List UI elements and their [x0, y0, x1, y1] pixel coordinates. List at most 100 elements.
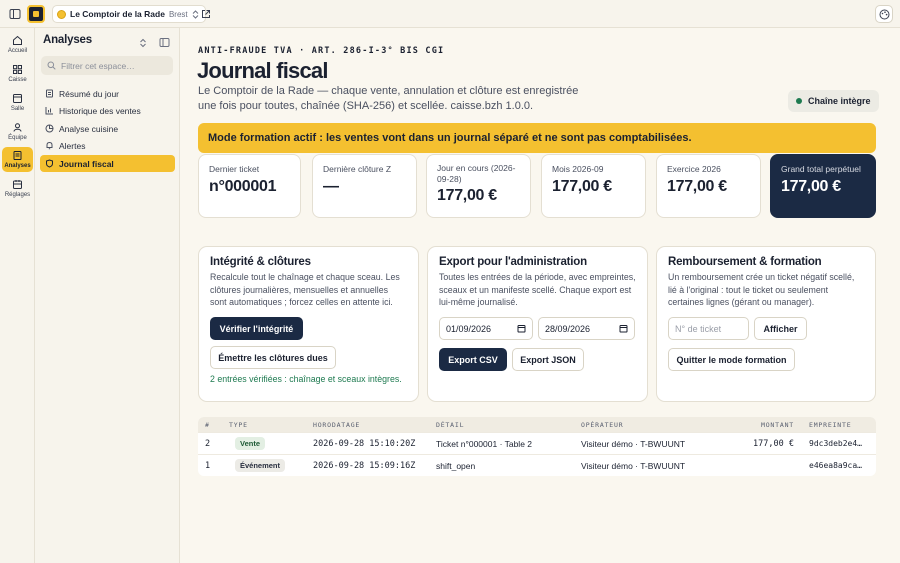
shop-icon [57, 9, 66, 19]
sidebar-toggle-icon[interactable] [8, 7, 22, 21]
stat-card-fiscal-year: Exercice 2026 177,00 € [656, 154, 761, 218]
stat-value: 177,00 € [667, 178, 727, 195]
sidebar-item-alertes[interactable]: Alertes [40, 137, 175, 154]
table-row[interactable]: 2 Vente 2026-09-28 15:10:20Z Ticket n°00… [198, 432, 876, 454]
training-mode-banner: Mode formation actif : les ventes vont d… [198, 123, 876, 153]
export-panel: Export pour l'administration Toutes les … [427, 246, 648, 402]
settings-icon [13, 180, 22, 189]
panel-description: Un remboursement crée un ticket négatif … [668, 272, 855, 307]
stat-card-current-day: Jour en cours (2026-09-28) 177,00 € [426, 154, 531, 218]
search-icon [47, 61, 56, 70]
sidebar-title: Analyses [43, 34, 92, 46]
status-dot-icon [796, 98, 802, 104]
stat-value: 177,00 € [437, 187, 497, 204]
cell-hash: e46ea8a9ca… [809, 461, 862, 470]
rail-item-reglages[interactable]: Réglages [2, 176, 33, 201]
date-to-input[interactable]: 28/09/2026 [538, 317, 635, 340]
sidebar-item-journal-fiscal[interactable]: Journal fiscal [40, 155, 175, 172]
stat-value: n°000001 [209, 178, 277, 195]
stat-card-last-ticket: Dernier ticket n°000001 [198, 154, 301, 218]
integrity-panel: Intégrité & clôtures Recalcule tout le c… [198, 246, 419, 402]
sidebar: Analyses Filtrer cet espace… Résumé du j… [35, 28, 180, 563]
app-logo[interactable] [27, 5, 45, 23]
external-link-icon[interactable] [199, 7, 213, 21]
rail-label: Accueil [7, 48, 28, 54]
panel-title: Remboursement & formation [668, 256, 822, 268]
sidebar-item-label: Journal fiscal [59, 158, 114, 169]
shop-city: Brest [168, 9, 188, 19]
rail-item-salle[interactable]: Salle [2, 90, 33, 115]
cell-hash: 9dc3deb2e4… [809, 439, 862, 448]
sidebar-item-resume[interactable]: Résumé du jour [40, 85, 175, 102]
rail-item-analyses[interactable]: Analyses [2, 147, 33, 172]
type-badge: Vente [235, 437, 266, 450]
ticket-number-input[interactable]: N° de ticket [668, 317, 749, 340]
rail-item-equipe[interactable]: Équipe [2, 119, 33, 144]
sidebar-item-label: Alertes [59, 140, 86, 151]
cell-timestamp: 2026-09-28 15:10:20Z [313, 438, 416, 449]
chain-status-label: Chaîne intègre [808, 96, 871, 106]
grid-icon [13, 65, 23, 75]
date-from-input[interactable]: 01/09/2026 [439, 317, 533, 340]
chevron-updown-icon[interactable] [139, 38, 147, 50]
sidebar-search-input[interactable]: Filtrer cet espace… [41, 56, 173, 75]
stat-label: Dernière clôture Z [323, 164, 392, 174]
panel-title: Intégrité & clôtures [210, 256, 311, 268]
shop-selector[interactable]: Le Comptoir de la Rade Brest [52, 5, 206, 23]
stat-value: — [323, 178, 339, 195]
stat-label: Mois 2026-09 [552, 164, 604, 174]
issue-closures-button[interactable]: Émettre les clôtures dues [210, 346, 336, 369]
verify-integrity-button[interactable]: Vérifier l'intégrité [210, 317, 303, 340]
page-subtitle: Le Comptoir de la Rade — chaque vente, a… [198, 85, 579, 112]
cell-timestamp: 2026-09-28 15:09:16Z [313, 460, 416, 471]
bell-icon [46, 141, 53, 150]
rail-label: Salle [10, 106, 25, 112]
sidebar-item-historique[interactable]: Historique des ventes [40, 102, 175, 119]
stat-value: 177,00 € [781, 178, 841, 195]
quit-training-button[interactable]: Quitter le mode formation [668, 348, 795, 371]
calendar-icon [619, 325, 628, 333]
date-from-value: 01/09/2026 [446, 323, 492, 334]
cell-detail: Ticket n°000001 · Table 2 [436, 438, 533, 449]
export-csv-button[interactable]: Export CSV [439, 348, 507, 371]
page-title: Journal fiscal [197, 58, 328, 83]
column-header: HORODATAGE [313, 420, 361, 429]
panel-title: Export pour l'administration [439, 256, 587, 268]
app-rail: Accueil Caisse Salle Équipe Analyses Rég… [0, 28, 35, 563]
rail-item-accueil[interactable]: Accueil [2, 32, 33, 57]
rail-item-caisse[interactable]: Caisse [2, 61, 33, 86]
stat-label: Grand total perpétuel [781, 164, 861, 174]
chain-status-badge: Chaîne intègre [788, 90, 879, 112]
page-eyebrow: ANTI-FRAUDE TVA · ART. 286-I-3° BIS CGI [198, 46, 445, 56]
cell-amount: 177,00 € [753, 438, 794, 449]
chart-icon [45, 107, 53, 115]
stat-label: Jour en cours (2026-09-28) [437, 163, 516, 184]
export-json-button[interactable]: Export JSON [512, 348, 584, 371]
shield-icon [46, 159, 53, 168]
collapse-panel-icon[interactable] [159, 37, 170, 50]
stat-card-grand-total: Grand total perpétuel 177,00 € [770, 154, 876, 218]
column-header: OPÉRATEUR [581, 420, 624, 429]
stat-label: Exercice 2026 [667, 164, 721, 174]
journal-table: # TYPE HORODATAGE DÉTAIL OPÉRATEUR MONTA… [198, 417, 876, 476]
main-content: ANTI-FRAUDE TVA · ART. 286-I-3° BIS CGI … [180, 28, 900, 563]
pie-icon [45, 124, 54, 133]
cell-operator: Visiteur démo · T-BWUUNT [581, 460, 686, 471]
column-header: EMPREINTE [809, 420, 852, 429]
sidebar-item-label: Historique des ventes [59, 105, 141, 116]
column-header: # [205, 420, 210, 429]
calendar-icon [517, 325, 526, 333]
team-icon [13, 123, 22, 132]
cell-num: 1 [205, 460, 211, 471]
palette-icon[interactable] [875, 5, 893, 23]
column-header: TYPE [229, 420, 248, 429]
sidebar-item-cuisine[interactable]: Analyse cuisine [40, 120, 175, 137]
show-ticket-button[interactable]: Afficher [754, 317, 807, 340]
table-row[interactable]: 1 Événement 2026-09-28 15:09:16Z shift_o… [198, 454, 876, 476]
panel-description: Toutes les entrées de la période, avec e… [439, 272, 636, 307]
search-placeholder: Filtrer cet espace… [61, 60, 135, 71]
column-header: MONTANT [761, 420, 794, 429]
refund-panel: Remboursement & formation Un rembourseme… [656, 246, 876, 402]
document-icon [46, 89, 53, 98]
cell-detail: shift_open [436, 460, 476, 471]
